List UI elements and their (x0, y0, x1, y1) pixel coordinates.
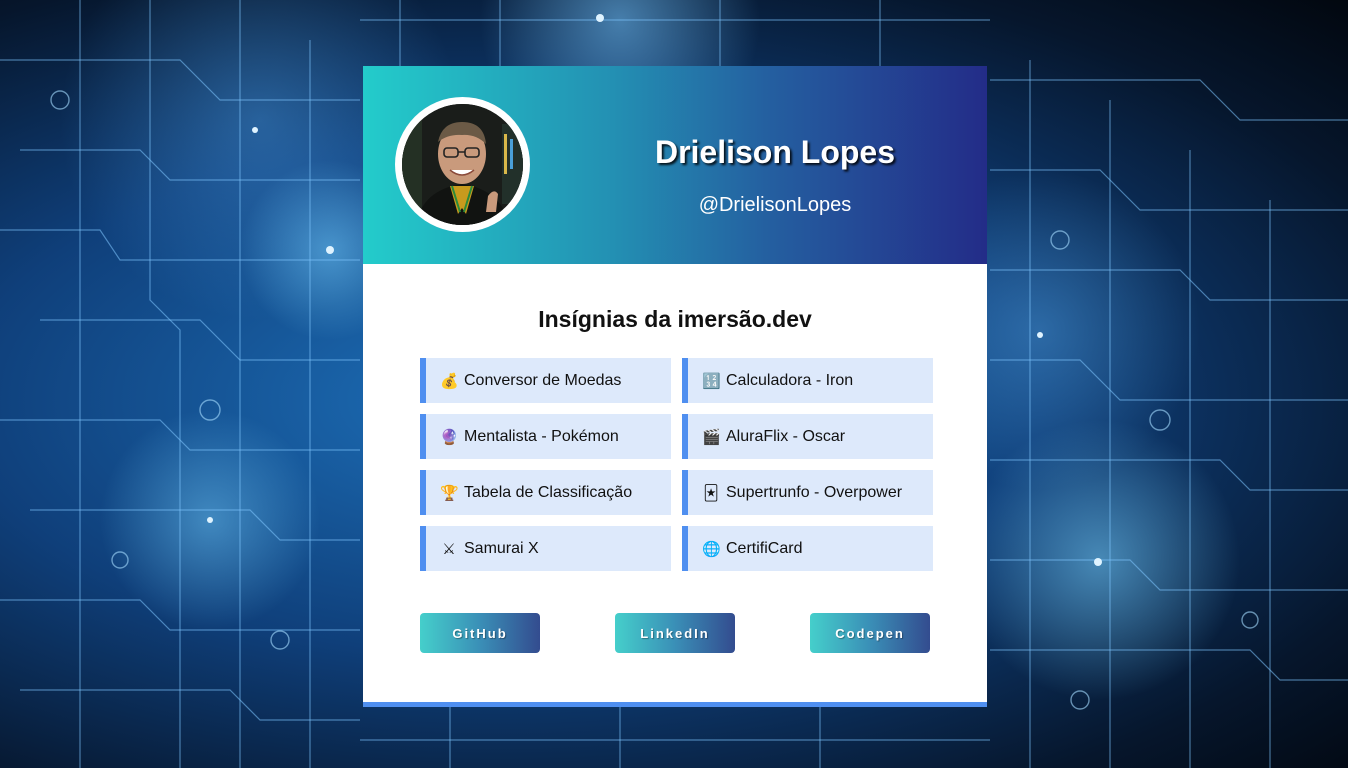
globe-icon: 🌐 (702, 539, 721, 558)
profile-card: Drielison Lopes @DrielisonLopes Insígnia… (363, 66, 987, 707)
badge-certificard[interactable]: 🌐 CertifiCard (682, 526, 933, 571)
badge-tabela-de-classificacao[interactable]: 🏆 Tabela de Classificação (420, 470, 671, 515)
avatar (402, 104, 523, 225)
badge-conversor-de-moedas[interactable]: 💰 Conversor de Moedas (420, 358, 671, 403)
badges-title: Insígnias da imersão.dev (538, 306, 812, 332)
badge-mentalista-pokemon[interactable]: 🔮 Mentalista - Pokémon (420, 414, 671, 459)
badge-samurai-x[interactable]: ⚔ Samurai X (420, 526, 671, 571)
card-header: Drielison Lopes @DrielisonLopes (363, 66, 987, 264)
playing-card-icon: 🃏 (703, 483, 719, 502)
trophy-icon: 🏆 (440, 483, 459, 502)
codepen-button[interactable]: Codepen (810, 613, 930, 653)
badge-label: CertifiCard (726, 539, 803, 557)
badge-label: AluraFlix - Oscar (726, 427, 846, 445)
clapper-board-icon: 🎬 (702, 427, 721, 446)
badge-label: Conversor de Moedas (464, 371, 622, 389)
numbers-icon: 🔢 (702, 371, 721, 390)
github-button[interactable]: GitHub (420, 613, 540, 653)
badge-label: Calculadora - Iron (726, 371, 854, 389)
profile-handle: @DrielisonLopes (698, 194, 852, 216)
badges-grid: 💰 Conversor de Moedas 🔢 Calculadora - Ir… (420, 358, 933, 571)
avatar-frame (395, 97, 530, 232)
badge-calculadora-iron[interactable]: 🔢 Calculadora - Iron (682, 358, 933, 403)
linkedin-button[interactable]: LinkedIn (615, 613, 735, 653)
badge-label: Tabela de Classificação (464, 483, 633, 501)
badge-label: Supertrunfo - Overpower (726, 483, 903, 501)
badge-supertrunfo-overpower[interactable]: 🃏 Supertrunfo - Overpower (682, 470, 933, 515)
social-links: GitHub LinkedIn Codepen (420, 613, 930, 653)
crossed-swords-icon: ⚔ (442, 539, 456, 558)
badge-aluraflix-oscar[interactable]: 🎬 AluraFlix - Oscar (682, 414, 933, 459)
crystal-ball-icon: 🔮 (440, 427, 459, 446)
money-bag-icon: 💰 (440, 371, 459, 390)
badge-label: Mentalista - Pokémon (464, 427, 619, 445)
badge-label: Samurai X (464, 539, 539, 557)
profile-name: Drielison Lopes (654, 134, 896, 170)
